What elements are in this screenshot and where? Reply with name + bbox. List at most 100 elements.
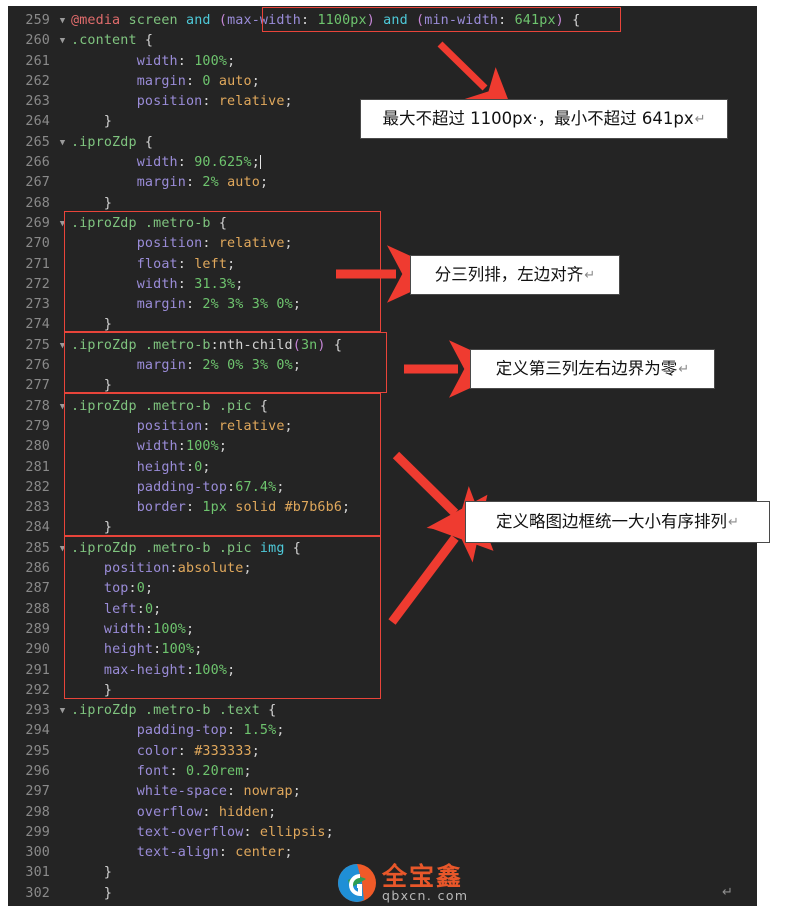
code-line[interactable]: 272 width: 31.3%;	[8, 275, 757, 295]
code-line[interactable]: 294 padding-top: 1.5%;	[8, 721, 757, 741]
code-line[interactable]: 300 text-align: center;	[8, 843, 757, 863]
watermark-text: 全宝鑫 qbxcn. com	[382, 864, 469, 903]
line-number: 259	[25, 13, 50, 28]
code-text: }	[71, 376, 112, 396]
code-line[interactable]: 270 position: relative;	[8, 234, 757, 254]
code-token: screen	[128, 13, 178, 28]
code-token: auto	[227, 175, 260, 191]
code-token: ;	[235, 276, 244, 292]
code-token: ;	[284, 236, 293, 252]
code-text: }	[71, 681, 112, 701]
code-line[interactable]: 290 height:100%;	[8, 640, 757, 660]
code-token: 100%	[194, 662, 228, 678]
code-line[interactable]: 271 float: left;	[8, 255, 757, 275]
code-token: top	[103, 581, 129, 597]
line-number: 277	[25, 378, 50, 394]
fold-arrow-icon[interactable]: ▼	[54, 397, 71, 417]
line-number: 262	[25, 73, 50, 89]
line-number: 297	[25, 784, 50, 800]
code-token: :	[136, 601, 145, 617]
code-token: 3%	[251, 297, 269, 313]
code-line[interactable]: 295 color: #333333;	[8, 742, 757, 762]
fold-arrow-icon[interactable]: ▼	[54, 11, 71, 31]
code-token: width	[136, 155, 178, 171]
code-line[interactable]: 287 top:0;	[8, 579, 757, 599]
code-line[interactable]: 259 ▼ @media screen and (max-width: 1100px…	[8, 11, 757, 31]
code-line[interactable]: 293 ▼ .iproZdp .metro-b .text {	[8, 701, 757, 721]
code-line[interactable]: 280 width:100%;	[8, 437, 757, 457]
code-text: color: #333333;	[71, 742, 260, 762]
code-line[interactable]: 281 height:0;	[8, 458, 757, 478]
code-token: }	[103, 865, 113, 881]
code-token: 100%	[153, 621, 186, 637]
code-token: relative	[218, 418, 285, 434]
code-text: position:absolute;	[71, 559, 252, 579]
code-line[interactable]: 282 padding-top:67.4%;	[8, 478, 757, 498]
code-token: .pic	[218, 398, 252, 414]
code-text: width: 31.3%;	[71, 275, 244, 295]
code-token: :	[144, 621, 154, 637]
page-margin-bottom	[0, 906, 786, 912]
code-text: white-space: nowrap;	[71, 782, 301, 802]
code-line[interactable]: 267 margin: 2% auto;	[8, 173, 757, 193]
code-line[interactable]: 291 max-height:100%;	[8, 661, 757, 681]
code-token: :	[218, 845, 236, 861]
code-line[interactable]: 273 margin: 2% 3% 3% 0%;	[8, 295, 757, 315]
fold-arrow-icon[interactable]: ▼	[54, 539, 71, 559]
code-token: margin	[136, 297, 186, 313]
code-text: }	[71, 518, 112, 538]
code-token: ;	[251, 743, 260, 759]
code-token: max-width	[227, 13, 301, 28]
code-line[interactable]: 289 width:100%;	[8, 620, 757, 640]
code-line[interactable]: 268 }	[8, 194, 757, 214]
code-line[interactable]: 274 }	[8, 315, 757, 335]
code-line[interactable]: 261 width: 100%;	[8, 52, 757, 72]
line-number: 276	[25, 358, 50, 374]
code-line[interactable]: 278 ▼ .iproZdp .metro-b .pic {	[8, 397, 757, 417]
fold-arrow-icon[interactable]: ▼	[54, 31, 71, 51]
code-line[interactable]: 269 ▼ .iproZdp .metro-b {	[8, 214, 757, 234]
code-line[interactable]: 298 overflow: hidden;	[8, 803, 757, 823]
line-number: 260	[25, 33, 50, 49]
code-line[interactable]: 296 font: 0.20rem;	[8, 762, 757, 782]
code-token: 2%	[202, 297, 219, 313]
code-text: .iproZdp .metro-b .pic {	[71, 397, 268, 417]
code-text: @media screen and (max-width: 1100px) an…	[71, 11, 580, 31]
code-token: .metro-b	[144, 398, 211, 414]
code-line[interactable]: 266 width: 90.625%;	[8, 153, 757, 173]
fold-arrow-icon[interactable]: ▼	[54, 214, 71, 234]
callout-text: 定义略图边框统一大小有序排列	[496, 511, 728, 531]
line-number: 280	[25, 439, 50, 455]
line-number: 271	[25, 256, 50, 272]
code-token: #333333	[194, 743, 252, 759]
code-token: ;	[276, 479, 285, 495]
code-line[interactable]: 299 text-overflow: ellipsis;	[8, 823, 757, 843]
code-text: .iproZdp {	[71, 133, 153, 153]
code-line[interactable]: 286 position:absolute;	[8, 559, 757, 579]
text-caret	[259, 155, 261, 170]
fold-arrow-icon[interactable]: ▼	[54, 701, 71, 721]
fold-arrow-icon[interactable]: ▼	[54, 336, 71, 356]
code-token: )	[366, 13, 375, 28]
code-line[interactable]: 262 margin: 0 auto;	[8, 72, 757, 92]
code-token: :	[227, 784, 244, 800]
end-paragraph-mark: ↵	[722, 885, 733, 900]
code-line[interactable]: 297 white-space: nowrap;	[8, 782, 757, 802]
code-line[interactable]: 288 left:0;	[8, 600, 757, 620]
code-token: ;	[259, 175, 269, 191]
code-line[interactable]: 279 position: relative;	[8, 417, 757, 437]
code-line[interactable]: 260 ▼ .content {	[8, 31, 757, 51]
code-line[interactable]: 292 }	[8, 681, 757, 701]
code-token: 3%	[227, 297, 244, 313]
code-token: }	[103, 317, 113, 333]
fold-arrow-icon[interactable]: ▼	[54, 133, 71, 153]
code-token: ;	[284, 845, 293, 861]
code-token: color	[136, 743, 178, 759]
code-editor-pane[interactable]: 259 ▼ @media screen and (max-width: 1100px…	[8, 6, 757, 906]
code-token: position	[136, 236, 203, 252]
